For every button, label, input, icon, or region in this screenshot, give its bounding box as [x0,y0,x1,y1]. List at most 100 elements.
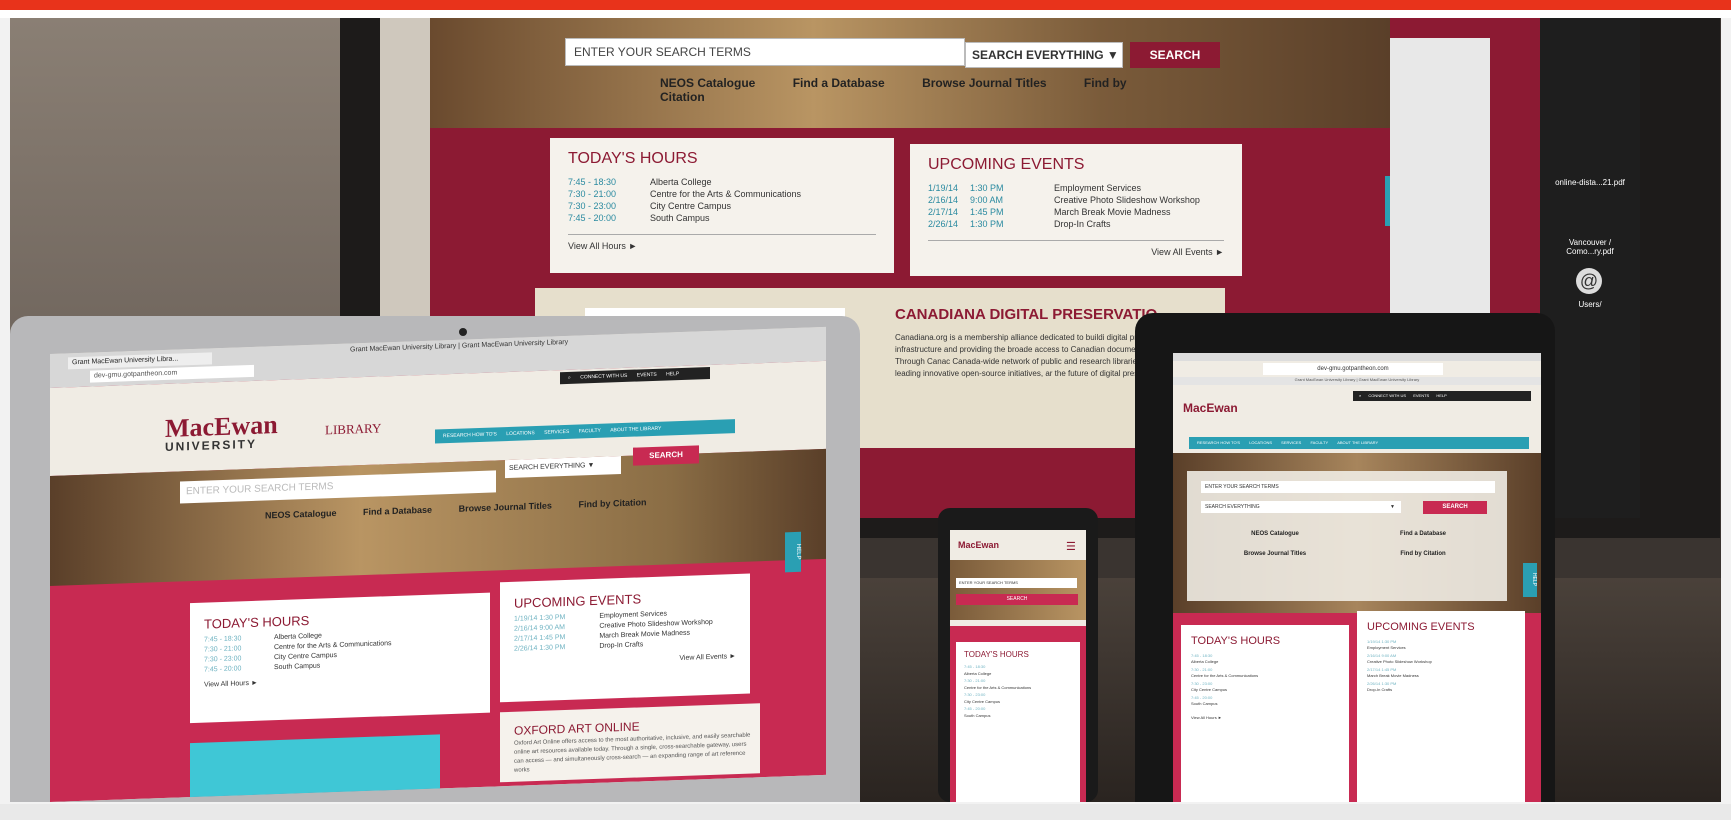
smartphone: MacEwan ☰ ENTER YOUR SEARCH TERMS SEARCH… [938,508,1098,802]
event-date: 2/16/14 [1367,653,1381,658]
monitor-search-scope-select[interactable]: SEARCH EVERYTHING ▼ [965,42,1123,68]
hours-place: City Centre Campus [650,201,732,211]
nav-about[interactable]: ABOUT THE LIBRARY [610,426,661,434]
event-name[interactable]: Drop-In Crafts [1367,687,1392,692]
tablet-logo[interactable]: MacEwan [1183,401,1238,415]
tablet-screen: dev-gmu.gotpantheon.com Grant MacEwan Un… [1173,353,1541,802]
hours-place: Centre for the Arts & Communications [650,189,802,199]
tablet-hours-card: TODAY'S HOURS 7:45 - 18:30 Alberta Colleg… [1181,625,1349,802]
nav-services[interactable]: SERVICES [544,429,569,436]
desktop-file-pdf-1[interactable]: online-dista...21.pdf [1546,178,1634,187]
monitor-link-database[interactable]: Find a Database [793,76,885,90]
nav-faculty[interactable]: FACULTY [1310,440,1328,445]
hours-time: 7:30 - 21:00 [964,678,986,683]
tablet-link-database[interactable]: Find a Database [1349,531,1497,537]
monitor-link-neos[interactable]: NEOS Catalogue [660,76,755,90]
event-row: 2/16/14 9:00 AM Creative Photo Slideshow W… [928,194,1224,206]
tablet-scope-label: SEARCH EVERYTHING [1205,504,1260,510]
hours-row: 7:45 - 20:00 South Campus [568,212,876,224]
event-name[interactable]: Creative Photo Slideshow Workshop [1367,659,1432,664]
event-name[interactable]: Employment Services [599,610,667,619]
hours-row: 7:45 - 20:00 South Campus [964,705,1080,719]
tablet-search-input[interactable]: ENTER YOUR SEARCH TERMS [1201,481,1495,493]
phone-logo[interactable]: MacEwan [958,540,999,550]
utility-events[interactable]: EVENTS [1413,393,1429,398]
hours-time: 7:45 - 20:00 [204,665,242,674]
event-name[interactable]: March Break Movie Madness [1054,207,1171,217]
event-name[interactable]: Employment Services [1367,645,1406,650]
event-row: 2/16/14 9:00 AM Creative Photo Slideshow … [1367,653,1525,665]
laptop-scope-label: SEARCH EVERYTHING [509,462,586,472]
nav-locations[interactable]: LOCATIONS [1249,440,1272,445]
nav-about[interactable]: ABOUT THE LIBRARY [1337,440,1378,445]
monitor-hours-title: TODAY'S HOURS [568,150,698,167]
utility-events[interactable]: EVENTS [637,372,657,379]
laptop-view-all-hours-link[interactable]: View All Hours ► [204,672,476,689]
event-date: 1/19/14 [514,614,538,623]
nav-faculty[interactable]: FACULTY [579,428,601,435]
hours-row: 7:30 - 21:00 Centre for the Arts & Commun… [1191,667,1349,679]
monitor-events-title: UPCOMING EVENTS [928,156,1085,173]
tablet-search-scope-select[interactable]: SEARCH EVERYTHING ▼ [1201,501,1401,513]
utility-connect[interactable]: CONNECT WITH US [580,373,627,381]
utility-help[interactable]: HELP [1436,393,1446,398]
event-time: 1:30 PM [970,219,1004,229]
at-sign-icon[interactable]: @ [1576,268,1602,294]
top-accent-bar [0,0,1731,10]
tablet-help-tab[interactable]: HELP [1523,563,1537,597]
monitor-link-journals[interactable]: Browse Journal Titles [922,76,1046,90]
hours-place: Centre for the Arts & Communications [1191,673,1259,678]
phone-screen: MacEwan ☰ ENTER YOUR SEARCH TERMS SEARCH… [950,530,1086,802]
nav-research[interactable]: RESEARCH HOW TO'S [443,431,497,439]
hours-time: 7:30 - 23:00 [568,201,617,211]
event-name[interactable]: Drop-In Crafts [1054,219,1111,229]
tablet-search-panel: ENTER YOUR SEARCH TERMS SEARCH EVERYTHIN… [1187,471,1507,601]
event-name[interactable]: Drop-In Crafts [599,641,643,650]
phone-search-input[interactable]: ENTER YOUR SEARCH TERMS [956,578,1077,588]
event-time: 9:00 AM [970,195,1004,205]
tablet-link-citation[interactable]: Find by Citation [1349,551,1497,557]
event-name[interactable]: Creative Photo Slideshow Workshop [599,619,712,630]
phone-search-button[interactable]: SEARCH [956,594,1078,605]
nav-research[interactable]: RESEARCH HOW TO'S [1197,440,1240,445]
utility-help[interactable]: HELP [666,371,679,377]
tablet-link-neos[interactable]: NEOS Catalogue [1201,531,1349,537]
hours-row: 7:30 - 23:00 City Centre Campus [964,691,1080,705]
monitor-feature-title[interactable]: CANADIANA DIGITAL PRESERVATIO [895,306,1157,323]
event-time: 1:30 PM [970,183,1004,193]
event-name[interactable]: March Break Movie Madness [1367,673,1419,678]
hours-row: 7:30 - 23:00 City Centre Campus [1191,681,1349,693]
monitor-view-all-hours-link[interactable]: View All Hours ► [568,234,876,251]
laptop-feature-text: Oxford Art Online offers access to the m… [514,732,751,774]
event-name[interactable]: Employment Services [1054,183,1141,193]
monitor-search-button[interactable]: SEARCH [1130,42,1220,68]
search-icon[interactable]: ⌕ [1359,393,1361,398]
search-icon[interactable]: ⌕ [568,375,571,381]
utility-connect[interactable]: CONNECT WITH US [1368,393,1406,398]
monitor-view-all-events-link[interactable]: View All Events ► [928,240,1224,257]
tablet-url-bar[interactable]: dev-gmu.gotpantheon.com [1263,363,1443,375]
hamburger-menu-icon[interactable]: ☰ [1066,540,1076,553]
macewan-logo[interactable]: MacEwan UNIVERSITY [165,410,278,454]
tablet-view-all-hours-link[interactable]: View All Hours ► [1191,715,1339,720]
nav-services[interactable]: SERVICES [1281,440,1301,445]
event-date: 2/16/14 [514,624,538,633]
nav-locations[interactable]: LOCATIONS [506,430,535,437]
laptop-search-button[interactable]: SEARCH [633,445,699,466]
desktop-file-pdf-2[interactable]: Vancouver / Como...ry.pdf [1546,238,1634,256]
laptop-view-all-events-link[interactable]: View All Events ► [514,653,736,668]
phone-hours-card: TODAY'S HOURS 7:45 - 18:30 Alberta Colleg… [956,642,1080,802]
desktop-folder-users[interactable]: Users/ [1546,300,1634,309]
tablet-search-button[interactable]: SEARCH [1423,501,1487,514]
tablet-link-journals[interactable]: Browse Journal Titles [1201,551,1349,557]
hours-time: 7:45 - 18:30 [964,664,986,669]
event-name[interactable]: March Break Movie Madness [599,630,690,640]
hours-place: City Centre Campus [1191,687,1228,692]
hours-place: South Campus [964,713,991,718]
hours-time: 7:45 - 20:00 [964,706,986,711]
event-date: 1/19/14 [1367,639,1381,644]
monitor-search-input[interactable]: ENTER YOUR SEARCH TERMS [565,38,965,66]
laptop-help-tab[interactable]: HELP [785,531,801,573]
laptop-feature-panel: OXFORD ART ONLINE Oxford Art Online offe… [500,703,760,783]
event-name[interactable]: Creative Photo Slideshow Workshop [1054,195,1200,205]
